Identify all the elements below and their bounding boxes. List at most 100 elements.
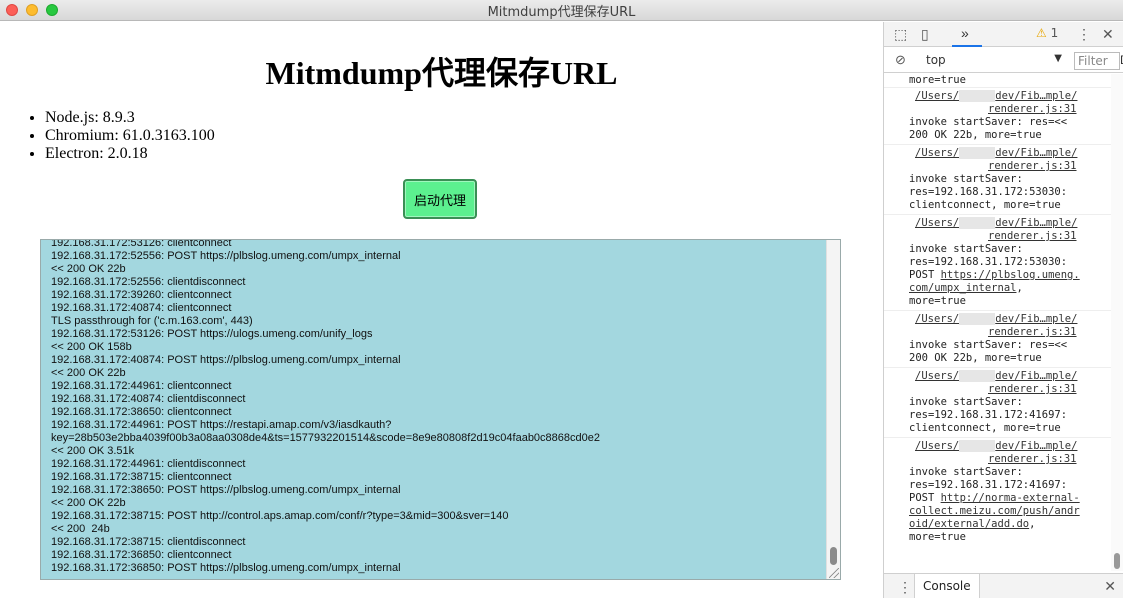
version-list: Node.js: 8.9.3 Chromium: 61.0.3163.100 E… [45,109,215,163]
devtools-drawer: ⋮ Console ✕ [884,573,1123,598]
devtools-panel: ⬚ ▯ » ⚠ 1 ⋮ ✕ ⊘ top ▼ Filter D more=true… [883,22,1123,598]
log-line: 192.168.31.172:40874: clientconnect [51,302,232,314]
log-line: 192.168.31.172:40874: clientdisconnect [51,393,246,405]
close-window-button[interactable] [6,4,18,16]
app-page: Mitmdump代理保存URL Node.js: 8.9.3 Chromium:… [0,22,883,598]
log-line: key=28b503e2bba4039f00b3a08aa0308de4&ts=… [51,432,600,444]
drawer-menu-icon[interactable]: ⋮ [898,579,912,596]
log-line: << 200 OK 22b [51,497,126,509]
clear-console-icon[interactable]: ⊘ [895,52,906,68]
context-value: top [926,53,946,67]
console-scrollbar-thumb[interactable] [1114,553,1120,569]
log-line: 192.168.31.172:53126: clientconnect [51,239,232,249]
source-link[interactable]: dev/Fib…mple/ [995,147,1077,159]
tab-more[interactable]: » [952,22,982,47]
redacted-block [959,370,996,382]
close-devtools-icon[interactable]: ✕ [1102,26,1114,42]
console-message-text: invoke startSaver: res=192.168.31.172:41… [909,396,1068,434]
source-line-link[interactable]: renderer.js:31 [988,326,1077,338]
console-message: /Users/dev/Fib…mple/ renderer.js:31 invo… [884,217,1112,311]
source-line-link[interactable]: renderer.js:31 [988,230,1077,242]
source-line-link[interactable]: renderer.js:31 [988,160,1077,172]
log-line: 192.168.31.172:44961: POST https://resta… [51,419,392,431]
message-source: /Users/dev/Fib…mple/ [909,217,1112,230]
log-line: 192.168.31.172:38715: POST http://contro… [51,510,509,522]
console-message: /Users/dev/Fib…mple/ renderer.js:31 invo… [884,440,1112,548]
kebab-menu-icon[interactable]: ⋮ [1077,26,1091,42]
log-line: 192.168.31.172:52556: POST https://plbsl… [51,250,401,262]
console-message: /Users/dev/Fib…mple/ renderer.js:31 invo… [884,90,1112,145]
log-line: 192.168.31.172:38715: clientconnect [51,471,232,483]
source-line-link[interactable]: renderer.js:31 [988,103,1077,115]
log-line: 192.168.31.172:38650: POST https://plbsl… [51,484,401,496]
source-link[interactable]: /Users/ [915,90,959,102]
console-message: /Users/dev/Fib…mple/ renderer.js:31 invo… [884,147,1112,215]
window-title: Mitmdump代理保存URL [487,4,636,20]
log-line: << 200 OK 22b [51,367,126,379]
redacted-block [959,313,996,325]
log-textarea[interactable]: 192.168.31.172:53126: clientconnect 192.1… [40,239,841,580]
source-line-link[interactable]: renderer.js:31 [988,383,1077,395]
source-link[interactable]: /Users/ [915,217,959,229]
resize-grip-icon[interactable] [829,568,839,578]
source-link[interactable]: dev/Fib…mple/ [995,313,1077,325]
device-toggle-icon[interactable]: ▯ [921,26,929,42]
message-source-line: renderer.js:31 [909,160,1112,173]
warning-counter[interactable]: ⚠ 1 [1036,26,1058,40]
source-link[interactable]: dev/Fib…mple/ [995,440,1077,452]
message-source: /Users/dev/Fib…mple/ [909,147,1112,160]
url-link[interactable]: http://norma-external- [941,492,1080,504]
source-link[interactable]: dev/Fib…mple/ [995,370,1077,382]
message-source-line: renderer.js:31 [909,453,1112,466]
inspect-element-icon[interactable]: ⬚ [894,26,907,42]
url-link[interactable]: collect.meizu.com/push/andr [909,505,1080,517]
version-electron: Electron: 2.0.18 [45,145,215,163]
maximize-window-button[interactable] [46,4,58,16]
minimize-window-button[interactable] [26,4,38,16]
redacted-block [959,440,996,452]
url-link[interactable]: https://plbslog.umeng. [941,269,1080,281]
console-message-text: invoke startSaver: res=192.168.31.172:53… [909,173,1068,211]
page-title: Mitmdump代理保存URL [265,55,618,91]
console-messages: more=true /Users/dev/Fib…mple/ renderer.… [884,74,1112,569]
message-source-line: renderer.js:31 [909,326,1112,339]
console-message: /Users/dev/Fib…mple/ renderer.js:31 invo… [884,313,1112,368]
source-link[interactable]: dev/Fib…mple/ [995,217,1077,229]
source-link[interactable]: /Users/ [915,370,959,382]
warning-count: 1 [1050,26,1059,40]
log-line: 192.168.31.172:36850: POST https://plbsl… [51,562,401,574]
log-line: << 200 OK 22b [51,263,126,275]
console-message-text: invoke startSaver: res=192.168.31.172:53… [909,243,1080,307]
filter-input[interactable]: Filter [1074,52,1120,70]
console-message-text: invoke startSaver: res=192.168.31.172:41… [909,466,1080,543]
url-link[interactable]: com/umpx_internal [909,282,1016,294]
window-titlebar: Mitmdump代理保存URL [0,0,1123,21]
close-drawer-icon[interactable]: ✕ [1104,578,1116,595]
source-link[interactable]: /Users/ [915,313,959,325]
version-chromium: Chromium: 61.0.3163.100 [45,127,215,145]
console-message-text: more=true [909,74,966,86]
chevron-down-icon: ▼ [1054,53,1062,64]
log-scrollbar[interactable] [826,240,840,579]
log-line: << 200 OK 158b [51,341,132,353]
source-link[interactable]: dev/Fib…mple/ [995,90,1077,102]
log-line: << 200 24b [51,523,110,535]
start-proxy-button[interactable]: 启动代理 [403,179,477,219]
log-line: 192.168.31.172:53126: POST https://ulogs… [51,328,373,340]
console-filter-bar: ⊘ top ▼ Filter D [884,48,1123,73]
console-scrollbar[interactable] [1111,74,1123,571]
url-link[interactable]: oid/external/add.do [909,518,1029,530]
log-line: << 200 OK 3.51k [51,445,135,457]
log-line: 192.168.31.172:40874: POST https://plbsl… [51,354,401,366]
redacted-block [959,217,996,229]
context-select[interactable]: top ▼ [926,53,1062,68]
source-line-link[interactable]: renderer.js:31 [988,453,1077,465]
tab-console[interactable]: Console [914,574,980,598]
log-scrollbar-thumb[interactable] [830,547,837,565]
log-line: 192.168.31.172:52556: clientdisconnect [51,276,246,288]
source-link[interactable]: /Users/ [915,147,959,159]
source-link[interactable]: /Users/ [915,440,959,452]
message-source: /Users/dev/Fib…mple/ [909,440,1112,453]
log-line: 192.168.31.172:38650: clientconnect [51,406,232,418]
console-message: more=true [884,74,1112,88]
